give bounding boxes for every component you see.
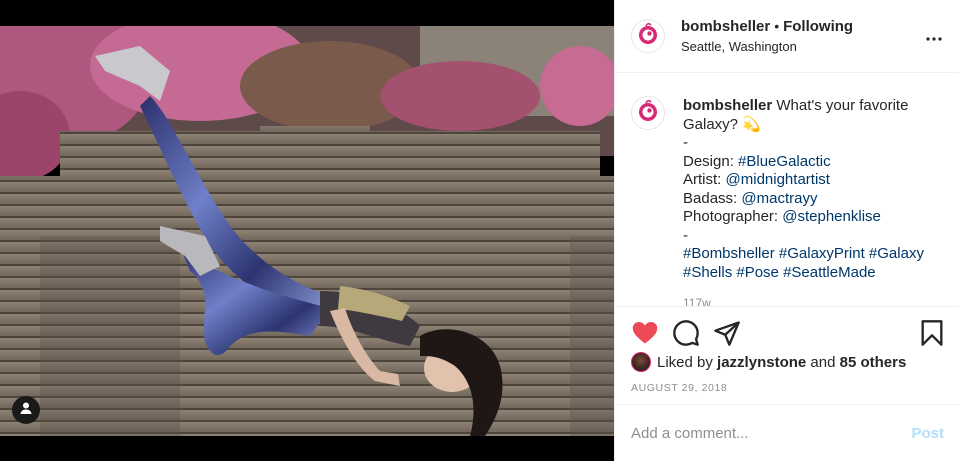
avatar[interactable]: [631, 19, 665, 53]
likes-middle: and: [810, 353, 836, 371]
post-date[interactable]: AUGUST 29, 2018: [631, 382, 727, 394]
follow-button[interactable]: Following: [783, 18, 853, 35]
tagged-people-button[interactable]: [12, 396, 40, 424]
caption-line-text: Artist:: [683, 171, 726, 188]
caption-line: -: [683, 227, 948, 246]
caption-text: bombsheller What's your favorite Galaxy?…: [683, 97, 948, 282]
post-side-panel: bombsheller • Following Seattle, Washingto…: [614, 0, 959, 461]
mention-link[interactable]: @mactrayy: [741, 190, 817, 207]
caption-line: Artist: @midnightartist: [683, 171, 948, 190]
liker-username-link[interactable]: jazzlynstone: [717, 354, 806, 371]
save-button[interactable]: [918, 319, 946, 347]
photo-letterbox-top: [0, 0, 614, 26]
caption-line: Design: #BlueGalactic: [683, 153, 948, 172]
caption-line: Photographer: @stephenklise: [683, 208, 948, 227]
caption-line: -: [683, 134, 948, 153]
hashtag-link[interactable]: #BlueGalactic: [738, 153, 831, 170]
caption-line-text: Galaxy? 💫: [683, 115, 761, 133]
bombsheller-logo-icon: [634, 20, 662, 52]
header-title-line: bombsheller • Following: [681, 18, 853, 35]
comment-bar: Post: [615, 404, 959, 461]
share-button[interactable]: [713, 319, 741, 347]
more-options-button[interactable]: [926, 26, 942, 44]
comment-input[interactable]: [631, 425, 881, 442]
comment-icon: [672, 320, 700, 351]
likes-summary: Liked by jazzlynstone and 85 others: [631, 352, 906, 372]
photo-letterbox-bottom: [0, 436, 614, 461]
caption-line-text: -: [683, 226, 688, 244]
caption-line-text: What's your favorite: [772, 97, 909, 114]
more-horizontal-icon: [926, 25, 942, 45]
heart-filled-icon: [631, 322, 659, 351]
location-link[interactable]: Seattle, Washington: [681, 39, 797, 54]
caption-timestamp[interactable]: 117w: [683, 296, 711, 306]
post-header: bombsheller • Following Seattle, Washingto…: [615, 0, 959, 73]
caption-line: Badass: @mactrayy: [683, 190, 948, 209]
bombsheller-logo-icon: [634, 97, 662, 129]
post-comment-button[interactable]: Post: [911, 425, 944, 442]
mention-link[interactable]: @midnightartist: [726, 171, 830, 188]
caption-line: bombsheller What's your favorite: [683, 97, 948, 116]
post-photo[interactable]: [0, 0, 614, 461]
user-icon: [19, 401, 33, 420]
photo-image: [0, 26, 614, 436]
comment-button[interactable]: [672, 319, 700, 347]
caption-avatar[interactable]: [631, 96, 665, 130]
hashtags-line[interactable]: #Bombsheller #GalaxyPrint #Galaxy: [683, 245, 948, 264]
bookmark-icon: [918, 320, 946, 351]
caption-line-text: Badass:: [683, 189, 742, 207]
likes-others-link[interactable]: 85 others: [840, 354, 907, 371]
caption-section: bombsheller What's your favorite Galaxy?…: [615, 74, 959, 306]
caption-line-text: Design:: [683, 152, 739, 170]
caption-line-text: Photographer:: [683, 208, 783, 225]
caption-line-text: -: [683, 134, 688, 151]
hashtags-line[interactable]: #Shells #Pose #SeattleMade: [683, 264, 948, 283]
like-button[interactable]: [631, 319, 659, 347]
caption-username-link[interactable]: bombsheller: [683, 97, 772, 114]
likes-prefix: Liked by: [657, 353, 713, 371]
share-icon: [713, 321, 741, 351]
mention-link[interactable]: @stephenklise: [782, 208, 881, 225]
caption-line: Galaxy? 💫: [683, 116, 948, 135]
separator-dot: •: [774, 18, 780, 34]
liker-avatar[interactable]: [631, 352, 651, 372]
username-link[interactable]: bombsheller: [681, 18, 770, 35]
